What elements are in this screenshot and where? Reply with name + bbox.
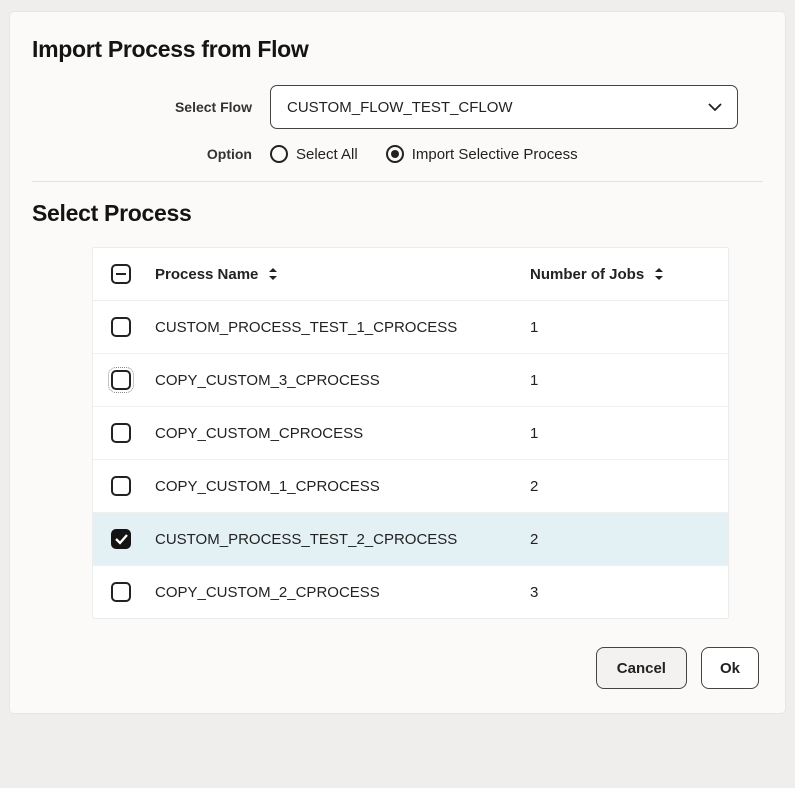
radio-icon: [386, 145, 404, 163]
ok-button[interactable]: Ok: [701, 647, 759, 689]
number-of-jobs-cell: 2: [530, 531, 710, 548]
radio-icon: [270, 145, 288, 163]
option-label: Option: [32, 146, 270, 162]
select-flow-row: Select Flow CUSTOM_FLOW_TEST_CFLOW: [32, 85, 763, 129]
select-flow-value: CUSTOM_FLOW_TEST_CFLOW: [287, 99, 513, 116]
process-table: Process Name Number of Jobs CUSTOM_PROCE…: [92, 247, 729, 619]
table-row[interactable]: COPY_CUSTOM_CPROCESS1: [93, 407, 728, 460]
table-row[interactable]: CUSTOM_PROCESS_TEST_2_CPROCESS2: [93, 513, 728, 566]
select-flow-dropdown[interactable]: CUSTOM_FLOW_TEST_CFLOW: [270, 85, 738, 129]
modal-footer: Cancel Ok: [32, 647, 763, 689]
option-row: Option Select All Import Selective Proce…: [32, 145, 763, 163]
row-checkbox[interactable]: [111, 476, 131, 496]
radio-import-selective[interactable]: Import Selective Process: [386, 145, 578, 163]
process-name-cell: COPY_CUSTOM_CPROCESS: [155, 425, 530, 442]
process-name-cell: COPY_CUSTOM_3_CPROCESS: [155, 372, 530, 389]
option-radio-group: Select All Import Selective Process: [270, 145, 578, 163]
process-name-cell: COPY_CUSTOM_1_CPROCESS: [155, 478, 530, 495]
process-name-cell: CUSTOM_PROCESS_TEST_2_CPROCESS: [155, 531, 530, 548]
row-checkbox[interactable]: [111, 370, 131, 390]
radio-import-selective-label: Import Selective Process: [412, 146, 578, 163]
divider: [32, 181, 763, 182]
import-process-modal: Import Process from Flow Select Flow CUS…: [10, 12, 785, 713]
cancel-button[interactable]: Cancel: [596, 647, 687, 689]
select-title: Select Process: [32, 200, 763, 227]
process-name-cell: COPY_CUSTOM_2_CPROCESS: [155, 584, 530, 601]
column-header-number-of-jobs-label: Number of Jobs: [530, 266, 644, 283]
row-checkbox[interactable]: [111, 582, 131, 602]
select-all-checkbox[interactable]: [111, 264, 131, 284]
number-of-jobs-cell: 2: [530, 478, 710, 495]
row-checkbox[interactable]: [111, 317, 131, 337]
select-flow-label: Select Flow: [32, 99, 270, 115]
sort-icon: [654, 267, 664, 281]
table-row[interactable]: CUSTOM_PROCESS_TEST_1_CPROCESS1: [93, 301, 728, 354]
number-of-jobs-cell: 3: [530, 584, 710, 601]
row-checkbox[interactable]: [111, 423, 131, 443]
number-of-jobs-cell: 1: [530, 372, 710, 389]
table-header-row: Process Name Number of Jobs: [93, 248, 728, 301]
process-name-cell: CUSTOM_PROCESS_TEST_1_CPROCESS: [155, 319, 530, 336]
row-checkbox[interactable]: [111, 529, 131, 549]
sort-icon: [268, 267, 278, 281]
table-row[interactable]: COPY_CUSTOM_3_CPROCESS1: [93, 354, 728, 407]
column-header-process-name-label: Process Name: [155, 266, 258, 283]
number-of-jobs-cell: 1: [530, 319, 710, 336]
import-title: Import Process from Flow: [32, 36, 763, 63]
radio-select-all[interactable]: Select All: [270, 145, 358, 163]
radio-select-all-label: Select All: [296, 146, 358, 163]
number-of-jobs-cell: 1: [530, 425, 710, 442]
table-row[interactable]: COPY_CUSTOM_2_CPROCESS3: [93, 566, 728, 618]
column-header-process-name[interactable]: Process Name: [155, 266, 530, 283]
table-row[interactable]: COPY_CUSTOM_1_CPROCESS2: [93, 460, 728, 513]
column-header-number-of-jobs[interactable]: Number of Jobs: [530, 266, 710, 283]
